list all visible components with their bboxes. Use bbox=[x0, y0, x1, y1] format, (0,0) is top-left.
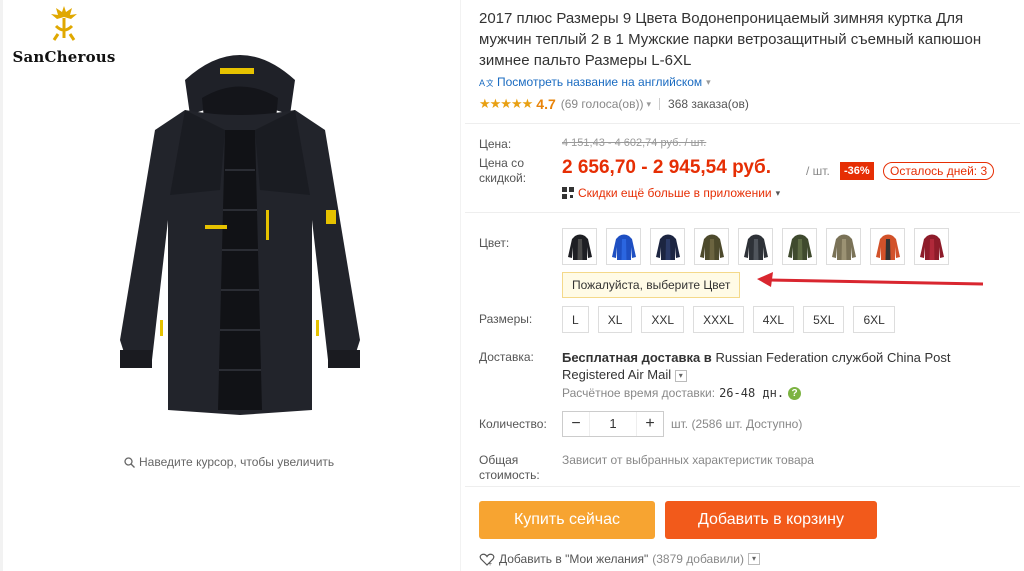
votes-count[interactable]: (69 голоса(ов)) bbox=[561, 97, 644, 111]
divider bbox=[465, 123, 1020, 124]
translate-link[interactable]: A 文 Посмотреть название на английском ▾ bbox=[479, 75, 711, 89]
price-label: Цена: bbox=[479, 137, 512, 151]
orders-count: 368 заказа(ов) bbox=[668, 97, 749, 111]
jacket-thumbnail bbox=[699, 234, 724, 260]
size-options: L XL XXL XXXL 4XL 5XL 6XL bbox=[562, 306, 895, 333]
heart-icon: + bbox=[479, 553, 495, 566]
size-option[interactable]: XL bbox=[597, 306, 633, 333]
total-note: Зависит от выбранных характеристик товар… bbox=[562, 453, 814, 467]
divider bbox=[465, 486, 1020, 487]
qr-code-icon bbox=[562, 187, 574, 199]
jacket-thumbnail bbox=[831, 234, 856, 260]
app-promo-text: Скидки ещё больше в приложении bbox=[578, 186, 772, 200]
color-swatch-orange[interactable] bbox=[870, 228, 905, 265]
svg-text:+: + bbox=[488, 561, 492, 566]
divider bbox=[659, 98, 661, 110]
size-option[interactable]: XXXL bbox=[693, 306, 744, 333]
help-icon[interactable]: ? bbox=[788, 386, 802, 400]
size-option[interactable]: XXL bbox=[641, 306, 685, 333]
discount-price-label: Цена со скидкой: bbox=[479, 156, 527, 185]
jacket-thumbnail bbox=[787, 234, 812, 260]
color-swatch-navy[interactable] bbox=[650, 228, 685, 265]
shipping-label: Доставка: bbox=[479, 350, 534, 364]
quantity-decrease-button[interactable]: − bbox=[563, 415, 589, 433]
quantity-input[interactable]: 1 bbox=[589, 412, 637, 436]
color-swatch-red[interactable] bbox=[914, 228, 949, 265]
rating-bar: ★★★★★ 4.7 (69 голоса(ов)) ▾ 368 заказа(о… bbox=[479, 96, 749, 112]
left-edge-strip bbox=[0, 0, 3, 571]
svg-text:文: 文 bbox=[486, 78, 493, 88]
delivery-time-value: 26-48 дн. bbox=[719, 386, 785, 400]
chevron-down-icon: ▾ bbox=[775, 187, 781, 198]
column-divider bbox=[460, 0, 461, 571]
chevron-down-icon[interactable]: ▾ bbox=[748, 553, 761, 565]
jacket-thumbnail bbox=[919, 234, 944, 260]
wishlist-text: Добавить в "Мои желания" bbox=[499, 552, 649, 566]
chevron-down-icon: ▾ bbox=[706, 76, 711, 87]
color-label: Цвет: bbox=[479, 236, 510, 250]
jacket-thumbnail bbox=[743, 234, 768, 260]
magnifier-icon bbox=[124, 456, 135, 468]
days-left-badge: Осталось дней: 3 bbox=[883, 162, 995, 180]
add-to-cart-button[interactable]: Добавить в корзину bbox=[665, 501, 877, 539]
zoom-hint-text: Наведите курсор, чтобы увеличить bbox=[139, 455, 335, 469]
chevron-down-icon[interactable]: ▾ bbox=[646, 99, 651, 110]
delivery-time: Расчётное время доставки: 26-48 дн. ? bbox=[562, 386, 802, 400]
original-price: 4 151,43 - 4 602,74 руб. / шт. bbox=[562, 137, 707, 149]
size-option[interactable]: 6XL bbox=[853, 306, 895, 333]
product-image[interactable] bbox=[90, 20, 390, 425]
shipping-via: службой bbox=[831, 350, 884, 365]
quantity-available: шт. (2586 шт. Доступно) bbox=[671, 417, 803, 431]
rating-stars-icon: ★★★★★ bbox=[479, 96, 533, 111]
svg-text:A: A bbox=[479, 78, 485, 88]
color-swatch-black[interactable] bbox=[562, 228, 597, 265]
color-select-tip: Пожалуйста, выберите Цвет bbox=[562, 272, 741, 298]
color-swatch-khaki[interactable] bbox=[826, 228, 861, 265]
per-unit: / шт. bbox=[806, 164, 830, 178]
color-swatch-army-green[interactable] bbox=[694, 228, 729, 265]
jacket-thumbnail bbox=[875, 234, 900, 260]
translate-icon: A 文 bbox=[479, 78, 493, 88]
total-label: Общая стоимость: bbox=[479, 453, 540, 482]
shipping-destination[interactable]: Russian Federation bbox=[715, 350, 828, 365]
wishlist-link[interactable]: + Добавить в "Мои желания" (3879 добавил… bbox=[479, 552, 761, 566]
brand-emblem-icon bbox=[51, 6, 77, 41]
app-promo-link[interactable]: Скидки ещё больше в приложении ▾ bbox=[562, 186, 780, 200]
color-swatches bbox=[562, 228, 949, 265]
chevron-down-icon[interactable]: ▾ bbox=[674, 369, 687, 382]
size-label: Размеры: bbox=[479, 312, 533, 326]
buy-now-button[interactable]: Купить сейчас bbox=[479, 501, 655, 539]
quantity-stepper: − 1 + bbox=[562, 411, 664, 437]
jacket-thumbnail bbox=[611, 234, 636, 260]
color-swatch-blue[interactable] bbox=[606, 228, 641, 265]
zoom-hint: Наведите курсор, чтобы увеличить bbox=[124, 455, 334, 469]
rating-value: 4.7 bbox=[536, 96, 556, 112]
red-arrow-annotation bbox=[757, 272, 984, 287]
size-option[interactable]: 4XL bbox=[752, 306, 795, 333]
jacket-thumbnail bbox=[655, 234, 680, 260]
size-option[interactable]: 5XL bbox=[803, 306, 845, 333]
color-swatch-green[interactable] bbox=[782, 228, 817, 265]
quantity-increase-button[interactable]: + bbox=[637, 415, 663, 433]
shipping-info: Бесплатная доставка в Russian Federation… bbox=[562, 349, 1012, 383]
discount-price: 2 656,70 - 2 945,54 руб. bbox=[562, 157, 772, 178]
free-shipping-text: Бесплатная доставка в bbox=[562, 350, 712, 365]
product-title: 2017 плюс Размеры 9 Цвета Водонепроницае… bbox=[479, 10, 982, 69]
quantity-label: Количество: bbox=[479, 417, 547, 431]
jacket-thumbnail bbox=[567, 234, 592, 260]
discount-badge: -36% bbox=[840, 162, 874, 180]
translate-link-text: Посмотреть название на английском bbox=[497, 75, 703, 89]
delivery-time-label: Расчётное время доставки: bbox=[562, 386, 716, 400]
size-option[interactable]: L bbox=[562, 306, 589, 333]
wishlist-count: (3879 добавили) bbox=[652, 552, 745, 566]
divider bbox=[465, 212, 1020, 213]
color-swatch-dark-gray[interactable] bbox=[738, 228, 773, 265]
